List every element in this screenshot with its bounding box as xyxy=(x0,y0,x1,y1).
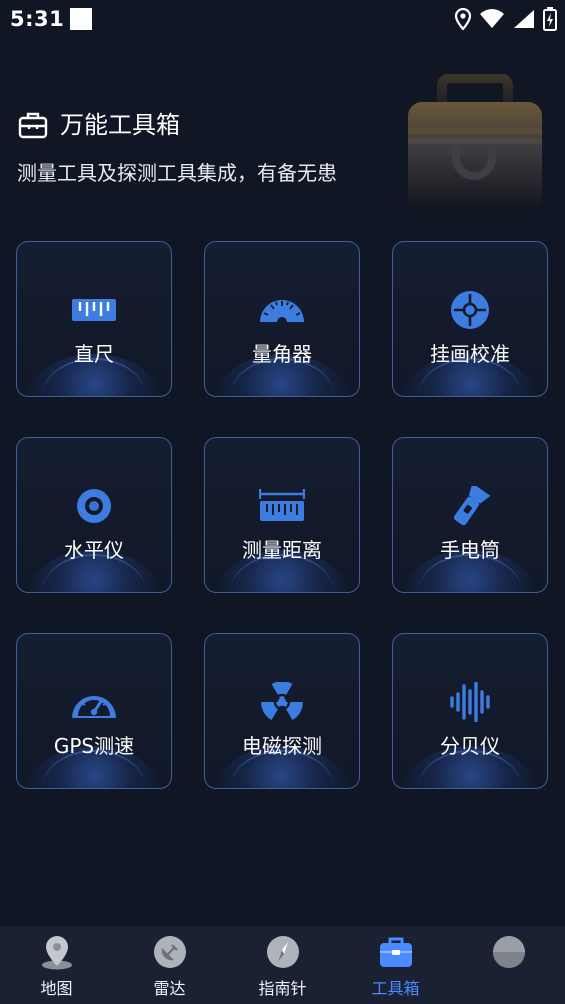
protractor-icon xyxy=(260,300,304,327)
tool-card-flashlight[interactable]: 手电筒 xyxy=(392,437,548,593)
tool-card-distance[interactable]: 测量距离 xyxy=(204,437,360,593)
speedometer-icon xyxy=(72,696,116,718)
crosshair-icon xyxy=(451,291,489,329)
compass-icon xyxy=(266,936,299,968)
level-icon xyxy=(77,489,111,523)
tool-label: 分贝仪 xyxy=(440,734,500,758)
tool-card-decibel-meter[interactable]: 分贝仪 xyxy=(392,633,548,789)
battery-charging-icon xyxy=(543,7,557,31)
tool-card-level[interactable]: 水平仪 xyxy=(16,437,172,593)
page-title: 万能工具箱 xyxy=(60,111,180,139)
signal-icon xyxy=(514,10,534,28)
tool-card-protractor[interactable]: 量角器 xyxy=(204,241,360,397)
tool-card-picture-calibration[interactable]: 挂画校准 xyxy=(392,241,548,397)
tool-card-emf-detector[interactable]: 电磁探测 xyxy=(204,633,360,789)
tool-label: 水平仪 xyxy=(64,538,124,562)
location-icon xyxy=(455,8,471,30)
status-time: 5:31 xyxy=(10,7,65,31)
flashlight-icon xyxy=(453,486,491,526)
nav-item-map[interactable]: 地图 xyxy=(0,926,113,1004)
tool-card-ruler[interactable]: 直尺 xyxy=(16,241,172,397)
bottom-nav: 地图 雷达 指南针 工具箱 xyxy=(0,926,565,1004)
status-bar: 5:31 xyxy=(0,0,565,40)
profile-icon xyxy=(492,936,525,968)
nav-item-toolbox[interactable]: 工具箱 xyxy=(339,926,452,1004)
tool-label: 量角器 xyxy=(252,342,312,366)
nav-label: 工具箱 xyxy=(371,979,420,998)
radiation-icon xyxy=(261,682,303,720)
nav-item-compass[interactable]: 指南针 xyxy=(226,926,339,1004)
distance-ruler-icon xyxy=(259,489,305,521)
ruler-icon xyxy=(72,299,116,321)
toolbox-illustration-icon xyxy=(408,74,542,210)
notification-icon xyxy=(70,8,92,30)
tool-label: 测量距离 xyxy=(242,538,322,562)
tool-label: 直尺 xyxy=(74,342,114,366)
tool-label: 电磁探测 xyxy=(242,734,322,758)
tool-label: 挂画校准 xyxy=(430,342,510,366)
toolbox-screen: 5:31 万能工具箱 测量工具及探测工具集成，有备无患 直尺 量角器 挂画校准 … xyxy=(0,0,565,1004)
wifi-icon xyxy=(480,9,504,28)
status-icons xyxy=(455,6,557,32)
nav-label: 地图 xyxy=(40,979,73,998)
radar-icon xyxy=(153,936,186,968)
tool-label: GPS测速 xyxy=(53,734,135,758)
page-subtitle: 测量工具及探测工具集成，有备无患 xyxy=(17,161,337,185)
toolbox-icon xyxy=(18,112,48,139)
nav-item-profile[interactable] xyxy=(452,926,565,1004)
tool-card-gps-speed[interactable]: GPS测速 xyxy=(16,633,172,789)
tool-label: 手电筒 xyxy=(440,538,500,562)
nav-label: 雷达 xyxy=(153,979,186,998)
nav-item-radar[interactable]: 雷达 xyxy=(113,926,226,1004)
nav-label: 指南针 xyxy=(258,979,307,998)
sound-wave-icon xyxy=(450,682,490,722)
toolbox-icon xyxy=(379,937,412,967)
map-pin-icon xyxy=(41,936,72,970)
